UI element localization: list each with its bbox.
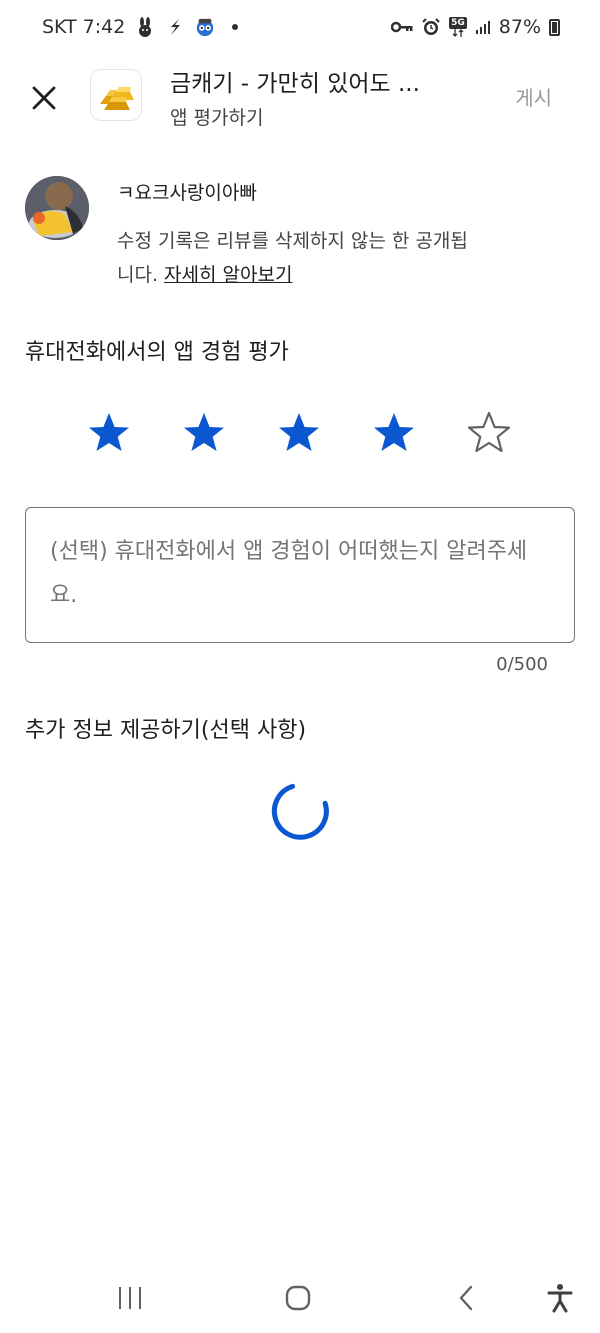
status-left: SKT 7:42 [42,16,245,38]
star-5-button[interactable] [466,410,561,456]
rabbit-notification-icon [135,16,155,38]
rating-title: 휴대전화에서의 앱 경험 평가 [25,340,289,365]
key-icon [391,16,413,38]
battery-percent-label: 87% [498,16,541,38]
accessibility-icon [547,1284,573,1313]
recent-apps-button[interactable] [110,1280,150,1316]
star-2-button[interactable] [181,410,276,456]
accessibility-button[interactable] [540,1280,580,1316]
star-3-button[interactable] [276,410,371,456]
network-type-label: 5G [449,17,467,29]
alarm-icon [421,16,441,38]
user-name: ㅋ요크사랑이아빠 [117,182,257,204]
post-button[interactable]: 게시 [515,82,552,111]
character-notification-icon [195,16,215,38]
back-button[interactable] [446,1280,486,1316]
star-outline-icon [467,411,511,453]
more-notifications-dot-icon [225,16,245,38]
star-filled-icon [374,413,414,451]
additional-info-title: 추가 정보 제공하기(선택 사항) [25,718,307,743]
home-button[interactable] [278,1280,318,1316]
review-input[interactable]: (선택) 휴대전화에서 앱 경험이 어떠했는지 알려주세요. [25,507,575,643]
gold-bars-icon [100,87,134,110]
star-4-button[interactable] [371,410,466,456]
close-icon [32,86,56,110]
avatar [25,176,89,240]
carrier-label: SKT [42,16,77,38]
clock-label: 7:42 [82,16,126,38]
back-icon [459,1285,473,1311]
loading-spinner-icon [271,783,329,840]
star-filled-icon [184,413,224,451]
star-1-button[interactable] [86,410,181,456]
app-bar: 금캐기 - 가만히 있어도 ... 앱 평가하기 게시 [0,60,600,136]
signal-strength-icon [475,16,491,38]
star-rating [86,410,561,456]
navigation-bar [0,1262,600,1333]
star-filled-icon [279,413,319,451]
star-filled-icon [89,413,129,451]
network-type-icon: 5G [449,16,467,38]
character-counter: 0/500 [496,654,548,675]
avatar-photo-icon [25,176,89,240]
app-icon [91,70,141,120]
edit-history-notice: 수정 기록은 리뷰를 삭제하지 않는 한 공개됩니다. 자세히 알아보기 [117,224,477,292]
page-subtitle: 앱 평가하기 [170,107,264,129]
battery-icon [549,18,560,36]
home-icon [285,1285,311,1311]
learn-more-link[interactable]: 자세히 알아보기 [164,264,292,286]
recent-apps-icon [119,1287,141,1309]
app-title: 금캐기 - 가만히 있어도 ... [170,71,420,97]
status-bar: SKT 7:42 5G 87% [0,0,600,60]
status-right: 5G 87% [391,16,560,38]
close-button[interactable] [24,78,64,118]
app-notification-icon [165,16,185,38]
